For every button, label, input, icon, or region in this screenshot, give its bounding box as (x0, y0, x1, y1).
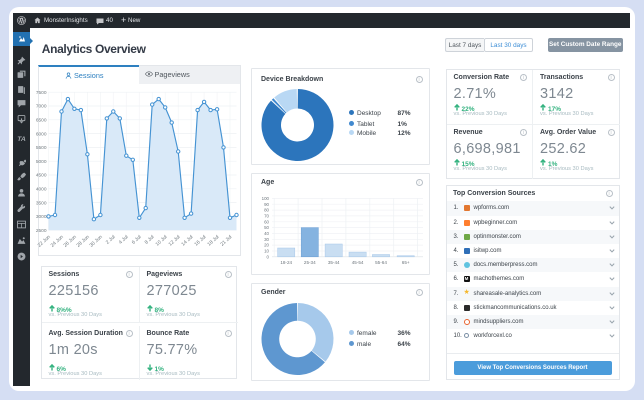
svg-text:40: 40 (264, 231, 269, 236)
svg-text:18 Jul: 18 Jul (206, 234, 220, 247)
svg-text:20: 20 (264, 243, 269, 248)
svg-text:22 Jun: 22 Jun (36, 234, 51, 249)
svg-text:80: 80 (264, 208, 269, 213)
svg-text:25-34: 25-34 (304, 260, 316, 265)
svg-text:10: 10 (264, 249, 269, 254)
svg-text:3000: 3000 (35, 214, 46, 220)
svg-text:30 Jun: 30 Jun (88, 234, 103, 249)
svg-text:45-54: 45-54 (352, 260, 364, 265)
svg-text:8 Jul: 8 Jul (143, 234, 155, 246)
svg-text:26 Jun: 26 Jun (62, 234, 77, 249)
svg-text:28 Jun: 28 Jun (75, 234, 90, 249)
svg-text:4500: 4500 (35, 172, 46, 178)
svg-text:3500: 3500 (35, 200, 46, 206)
svg-text:6 Jul: 6 Jul (130, 234, 142, 246)
svg-text:4000: 4000 (35, 186, 46, 192)
svg-text:6000: 6000 (35, 131, 46, 137)
svg-text:16 Jul: 16 Jul (193, 234, 207, 247)
svg-text:5500: 5500 (35, 145, 46, 151)
svg-text:18-24: 18-24 (280, 260, 292, 265)
svg-text:6500: 6500 (35, 117, 46, 123)
svg-text:70: 70 (264, 214, 269, 219)
svg-text:21 Jul: 21 Jul (219, 234, 233, 247)
svg-text:90: 90 (264, 202, 269, 207)
svg-text:35-44: 35-44 (328, 260, 340, 265)
svg-text:65+: 65+ (402, 260, 410, 265)
svg-text:50: 50 (264, 225, 269, 230)
svg-text:0: 0 (267, 254, 270, 259)
svg-text:2500: 2500 (35, 227, 46, 233)
svg-text:14 Jul: 14 Jul (180, 234, 194, 247)
svg-text:5000: 5000 (35, 158, 46, 164)
svg-text:7000: 7000 (35, 103, 46, 109)
svg-text:24 Jun: 24 Jun (49, 234, 64, 249)
svg-text:55-64: 55-64 (375, 260, 387, 265)
svg-text:60: 60 (264, 219, 269, 224)
svg-text:7500: 7500 (35, 89, 46, 95)
svg-text:4 Jul: 4 Jul (117, 234, 129, 246)
svg-text:30: 30 (264, 237, 269, 242)
svg-text:12 Jul: 12 Jul (167, 234, 181, 247)
svg-text:2 Jul: 2 Jul (104, 234, 116, 246)
svg-text:100: 100 (262, 196, 270, 201)
svg-text:10 Jul: 10 Jul (154, 234, 168, 247)
